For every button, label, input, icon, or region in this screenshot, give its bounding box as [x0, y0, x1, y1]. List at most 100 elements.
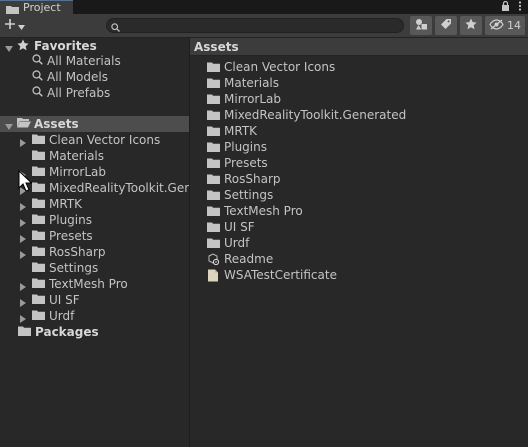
tree-folder-label: Plugins	[49, 213, 92, 227]
folder-icon	[32, 293, 45, 307]
tree-folder-item[interactable]: Clean Vector Icons	[0, 132, 189, 148]
tree-folder-item[interactable]: Presets	[0, 228, 189, 244]
favorites-header[interactable]: Favorites	[0, 38, 189, 54]
content-item-label: Urdf	[224, 236, 250, 250]
tree-folder-item[interactable]: MRTK	[0, 196, 189, 212]
certificate-file-icon	[207, 269, 220, 282]
tag-icon	[440, 18, 452, 33]
collapsed-arrow-icon[interactable]	[19, 312, 27, 323]
search-icon	[32, 86, 43, 100]
content-item-label: UI SF	[224, 220, 255, 234]
content-folder-item[interactable]: UI SF	[190, 219, 528, 235]
tab-actions	[501, 0, 522, 14]
folder-icon	[32, 261, 45, 275]
collapsed-arrow-icon[interactable]	[19, 296, 27, 307]
folder-contents-panel: Assets Clean Vector Icons Materials Mirror…	[190, 38, 528, 447]
tree-folder-item[interactable]: Urdf	[0, 308, 189, 324]
expanded-arrow-icon[interactable]	[5, 120, 13, 130]
collapsed-arrow-icon[interactable]	[19, 136, 27, 147]
tree-folder-label: Clean Vector Icons	[49, 133, 161, 147]
search-icon	[32, 70, 43, 84]
project-toolbar: 14	[0, 14, 528, 38]
tree-folder-item[interactable]: TextMesh Pro	[0, 276, 189, 292]
collapsed-arrow-icon[interactable]	[19, 216, 27, 227]
search-input[interactable]	[106, 18, 404, 33]
folder-icon	[207, 158, 220, 168]
search-by-label-button[interactable]	[435, 16, 457, 35]
content-folder-item[interactable]: MRTK	[190, 123, 528, 139]
tree-folder-label: Materials	[49, 149, 105, 163]
favorite-item-label: All Prefabs	[47, 86, 111, 100]
tree-folder-label: MirrorLab	[49, 165, 107, 179]
tree-folder-item[interactable]: UI SF	[0, 292, 189, 308]
content-asset-item[interactable]: Readme	[190, 251, 528, 267]
search-by-type-button[interactable]	[410, 16, 432, 35]
content-item-label: MRTK	[224, 124, 258, 138]
folder-icon	[32, 309, 45, 323]
content-folder-item[interactable]: Materials	[190, 75, 528, 91]
collapsed-arrow-icon[interactable]	[19, 280, 27, 291]
expanded-arrow-icon[interactable]	[5, 42, 13, 52]
favorite-item-all-models[interactable]: All Models	[0, 69, 189, 85]
content-asset-item[interactable]: WSATestCertificate	[190, 267, 528, 283]
folder-icon	[207, 142, 220, 152]
content-folder-item[interactable]: MirrorLab	[190, 91, 528, 107]
tree-folder-item[interactable]: Settings	[0, 260, 189, 276]
folder-icon	[32, 181, 45, 195]
content-folder-item[interactable]: TextMesh Pro	[190, 203, 528, 219]
folder-icon	[207, 62, 220, 72]
more-options-icon[interactable]	[518, 0, 522, 14]
window-tab-bar: Project	[0, 0, 528, 14]
content-item-label: Plugins	[224, 140, 267, 154]
folder-icon	[32, 197, 45, 211]
favorites-filter-button[interactable]	[460, 16, 482, 35]
tree-folder-item[interactable]: Plugins	[0, 212, 189, 228]
folder-icon	[32, 245, 45, 259]
folder-icon	[207, 174, 220, 184]
tree-folder-label: Urdf	[49, 309, 75, 323]
star-icon	[17, 39, 29, 54]
hidden-packages-button[interactable]: 14	[485, 16, 525, 35]
tree-folder-label: MRTK	[49, 197, 83, 211]
folder-icon	[32, 277, 45, 291]
favorite-item-all-materials[interactable]: All Materials	[0, 53, 189, 69]
folder-tree-panel: Favorites All Materials All Models All P…	[0, 38, 231, 447]
content-folder-item[interactable]: RosSharp	[190, 171, 528, 187]
lock-icon[interactable]	[501, 0, 510, 14]
chevron-down-icon	[18, 19, 25, 33]
readme-asset-icon	[207, 253, 220, 265]
content-item-label: Materials	[224, 76, 280, 90]
packages-root-item[interactable]: Packages	[0, 324, 189, 340]
folder-icon	[32, 165, 45, 179]
arrow-spacer	[19, 152, 27, 160]
folder-icon	[207, 94, 220, 104]
content-folder-item[interactable]: Presets	[190, 155, 528, 171]
tree-folder-item[interactable]: RosSharp	[0, 244, 189, 260]
mouse-cursor-icon	[18, 169, 33, 195]
folder-icon	[32, 229, 45, 243]
tree-folder-label: RosSharp	[49, 245, 106, 259]
favorite-item-label: All Materials	[47, 54, 121, 68]
content-folder-item[interactable]: MixedRealityToolkit.Generated	[190, 107, 528, 123]
collapsed-arrow-icon[interactable]	[19, 248, 27, 259]
breadcrumb-assets[interactable]: Assets	[194, 40, 239, 54]
folder-icon	[32, 133, 45, 147]
tree-folder-item[interactable]: Materials	[0, 148, 189, 164]
collapsed-arrow-icon[interactable]	[19, 200, 27, 211]
content-folder-item[interactable]: Settings	[190, 187, 528, 203]
folder-icon	[207, 78, 220, 88]
content-folder-item[interactable]: Clean Vector Icons	[190, 59, 528, 75]
favorite-item-all-prefabs[interactable]: All Prefabs	[0, 85, 189, 101]
content-folder-item[interactable]: Urdf	[190, 235, 528, 251]
assets-root-item[interactable]: Assets	[0, 116, 189, 132]
create-button[interactable]	[4, 17, 25, 34]
project-tab[interactable]: Project	[0, 0, 73, 14]
folder-icon	[207, 110, 220, 120]
content-item-label: Clean Vector Icons	[224, 60, 336, 74]
tree-folder-label: Settings	[49, 261, 99, 275]
content-item-label: RosSharp	[224, 172, 281, 186]
collapsed-arrow-icon[interactable]	[19, 232, 27, 243]
folder-icon	[6, 3, 19, 14]
search-icon	[111, 21, 120, 35]
content-folder-item[interactable]: Plugins	[190, 139, 528, 155]
